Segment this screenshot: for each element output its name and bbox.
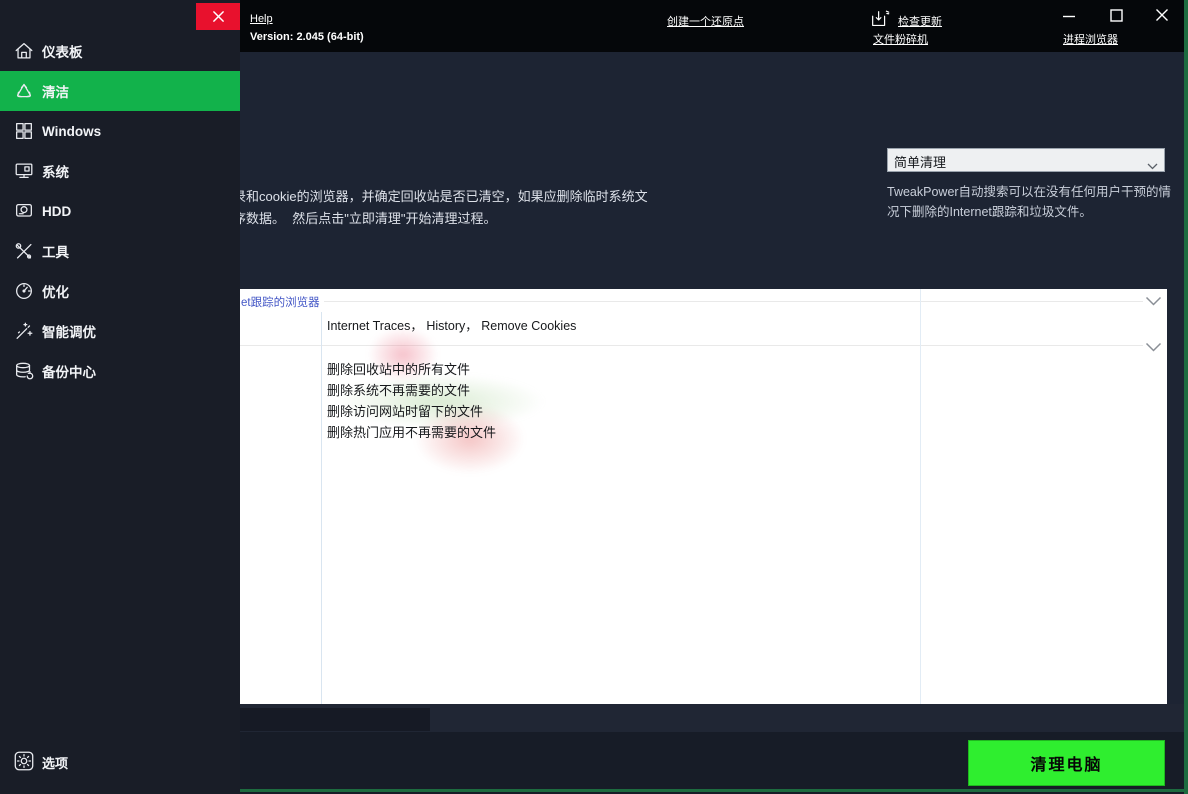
sidebar-item-tools[interactable]: 工具 bbox=[0, 231, 240, 271]
titlebar: Help Version: 2.045 (64-bit) 创建一个还原点 检查更… bbox=[240, 0, 1188, 52]
backup-icon bbox=[13, 360, 35, 382]
minimize-icon[interactable] bbox=[1063, 15, 1076, 18]
chevron-down-icon bbox=[1147, 157, 1158, 175]
sidebar-item-optimize[interactable]: 优化 bbox=[0, 271, 240, 311]
sidebar-item-hdd[interactable]: HDD bbox=[0, 191, 240, 231]
cleanup-mode-description: TweakPower自动搜索可以在没有任何用户干预的情况下删除的Internet… bbox=[887, 183, 1173, 222]
intro-line-1: 录和cookie的浏览器，并确定回收站是否已清空，如果应删除临时系统文 bbox=[240, 186, 692, 208]
magic-wand-icon bbox=[13, 320, 35, 342]
window-border-bottom bbox=[240, 789, 1188, 792]
sidebar-item-options[interactable]: 选项 bbox=[0, 748, 240, 776]
task-item: 删除系统不再需要的文件 bbox=[327, 380, 496, 401]
sidebar-item-label: Windows bbox=[42, 124, 101, 139]
version-label: Version: 2.045 (64-bit) bbox=[250, 31, 364, 43]
recycle-icon bbox=[13, 80, 35, 102]
tweakpower-window: Help Version: 2.045 (64-bit) 创建一个还原点 检查更… bbox=[0, 0, 1188, 794]
window-border-right bbox=[1184, 0, 1188, 794]
clean-computer-button[interactable]: 清理电脑 bbox=[968, 740, 1165, 786]
sidebar-item-backup-center[interactable]: 备份中心 bbox=[0, 351, 240, 391]
sidebar-item-label: 清洁 bbox=[42, 81, 69, 101]
cleanup-mode-value: 简单清理 bbox=[894, 152, 946, 171]
sidebar-item-clean[interactable]: 清洁 bbox=[0, 71, 240, 111]
help-link[interactable]: Help bbox=[250, 13, 273, 25]
cleaner-intro-text: 录和cookie的浏览器，并确定回收站是否已清空，如果应删除临时系统文 序数据。… bbox=[240, 186, 692, 232]
divider bbox=[321, 312, 322, 704]
maximize-icon[interactable] bbox=[1110, 9, 1123, 22]
sidebar-item-smart-tuning[interactable]: 智能调优 bbox=[0, 311, 240, 351]
clean-computer-button-label: 清理电脑 bbox=[1030, 751, 1102, 775]
sidebar-item-label: 工具 bbox=[42, 241, 69, 261]
speedometer-icon bbox=[13, 280, 35, 302]
monitor-icon bbox=[13, 160, 35, 182]
task-item: 删除访问网站时留下的文件 bbox=[327, 401, 496, 422]
divider bbox=[320, 301, 1143, 302]
task-item: 删除热门应用不再需要的文件 bbox=[327, 422, 496, 443]
close-x-icon bbox=[212, 10, 225, 23]
panel-close-button[interactable] bbox=[196, 3, 240, 30]
sidebar-item-dashboard[interactable]: 仪表板 bbox=[0, 31, 240, 71]
sidebar-item-label: HDD bbox=[42, 204, 71, 219]
sidebar-item-label: 优化 bbox=[42, 281, 69, 301]
intro-line-2: 序数据。 然后点击"立即清理"开始清理过程。 bbox=[240, 208, 692, 230]
expand-group-2-chevron-icon[interactable] bbox=[1145, 340, 1162, 358]
expand-group-1-chevron-icon[interactable] bbox=[1145, 294, 1162, 312]
tools-icon bbox=[13, 240, 35, 262]
create-restore-point-link[interactable]: 创建一个还原点 bbox=[667, 13, 744, 29]
file-shredder-icon bbox=[869, 8, 891, 30]
sidebar-item-label: 备份中心 bbox=[42, 361, 96, 381]
progress-area bbox=[240, 708, 430, 731]
group-subtitle: Internet Traces， History， Remove Cookies bbox=[327, 315, 576, 334]
sidebar-item-windows[interactable]: Windows bbox=[0, 111, 240, 151]
close-icon[interactable] bbox=[1155, 8, 1169, 22]
sidebar: 仪表板 清洁 Windows 系统 bbox=[0, 0, 240, 794]
home-icon bbox=[13, 40, 35, 62]
options-label: 选项 bbox=[42, 753, 68, 772]
windows-icon bbox=[13, 120, 35, 142]
harddrive-icon bbox=[13, 200, 35, 222]
gear-icon bbox=[13, 750, 35, 772]
cleanup-results-panel: et跟踪的浏览器 Internet Traces， History， Remov… bbox=[240, 289, 1167, 704]
check-update-link[interactable]: 检查更新 bbox=[898, 13, 942, 29]
process-browser-link[interactable]: 进程浏览器 bbox=[1063, 31, 1118, 47]
cleanup-mode-select[interactable]: 简单清理 bbox=[887, 148, 1165, 172]
task-item: 删除回收站中的所有文件 bbox=[327, 359, 496, 380]
group-header-browsers: et跟踪的浏览器 bbox=[241, 294, 324, 310]
cleanup-task-list: 删除回收站中的所有文件 删除系统不再需要的文件 删除访问网站时留下的文件 删除热… bbox=[327, 359, 496, 443]
divider bbox=[240, 345, 1143, 346]
sidebar-item-system[interactable]: 系统 bbox=[0, 151, 240, 191]
sidebar-item-label: 智能调优 bbox=[42, 321, 96, 341]
sidebar-item-label: 系统 bbox=[42, 161, 69, 181]
sidebar-item-label: 仪表板 bbox=[42, 41, 83, 61]
divider bbox=[920, 289, 921, 704]
file-shredder-link[interactable]: 文件粉碎机 bbox=[873, 31, 928, 47]
